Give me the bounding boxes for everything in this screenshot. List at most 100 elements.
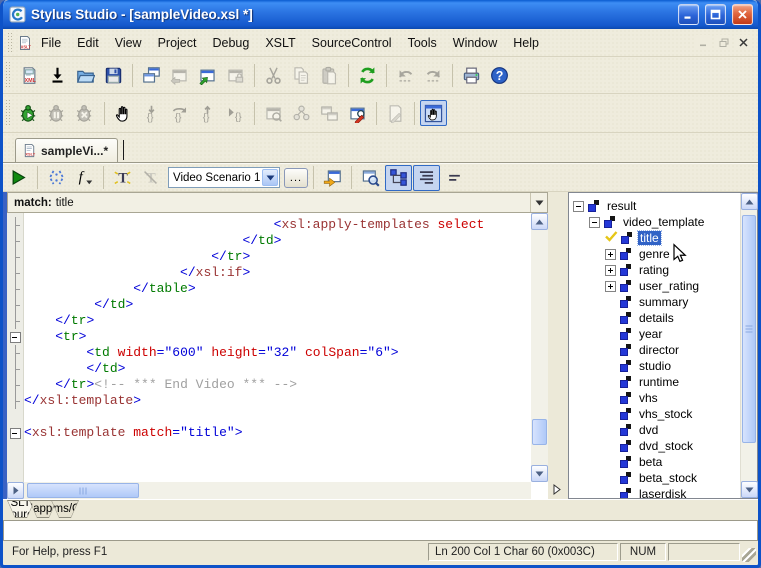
- whitespace-button[interactable]: [441, 165, 468, 191]
- tree-item-rating[interactable]: rating: [573, 262, 740, 278]
- pane-splitter[interactable]: [548, 192, 568, 499]
- tree-item-label[interactable]: rating: [637, 263, 671, 277]
- menu-item-window[interactable]: Window: [445, 34, 505, 52]
- tree-item-label[interactable]: dvd_stock: [637, 439, 695, 453]
- scenario-properties-button[interactable]: [319, 165, 346, 191]
- tree-item-label[interactable]: genre: [637, 247, 672, 261]
- print-button[interactable]: [458, 62, 485, 88]
- text-node-button[interactable]: T: [109, 165, 136, 191]
- tree-item-dvd_stock[interactable]: dvd_stock: [573, 438, 740, 454]
- collapse-icon[interactable]: [573, 201, 584, 212]
- code-text-area[interactable]: <xsl:apply-templates select </td> </tr> …: [24, 213, 531, 482]
- collapse-icon[interactable]: [589, 217, 600, 228]
- help-button[interactable]: ?: [486, 62, 513, 88]
- toolbar-grip[interactable]: [6, 62, 11, 87]
- preview-result-button[interactable]: [357, 165, 384, 191]
- expand-icon[interactable]: [605, 249, 616, 260]
- mdi-close-button[interactable]: [735, 35, 752, 50]
- menu-item-edit[interactable]: Edit: [69, 34, 107, 52]
- tree-item-label[interactable]: dvd: [637, 423, 660, 437]
- scroll-thumb[interactable]: [532, 419, 547, 445]
- maximize-button[interactable]: [705, 4, 726, 25]
- run-xslt-button[interactable]: [5, 165, 32, 191]
- menu-item-tools[interactable]: Tools: [400, 34, 445, 52]
- splitter-collapse-icon[interactable]: [553, 484, 561, 495]
- tree-item-label[interactable]: director: [637, 343, 681, 357]
- expand-icon[interactable]: [605, 265, 616, 276]
- scroll-down-button[interactable]: [531, 465, 548, 482]
- scenario-combobox[interactable]: Video Scenario 1: [168, 167, 280, 188]
- tree-item-result[interactable]: result: [573, 198, 740, 214]
- scroll-thumb[interactable]: [742, 215, 756, 443]
- menu-item-help[interactable]: Help: [505, 34, 547, 52]
- template-match-selector[interactable]: match: title: [7, 192, 548, 213]
- tree-item-video_template[interactable]: video_template: [573, 214, 740, 230]
- tree-item-label[interactable]: result: [605, 199, 638, 213]
- close-button[interactable]: [732, 4, 753, 25]
- expand-icon[interactable]: [605, 281, 616, 292]
- refresh-button[interactable]: [354, 62, 381, 88]
- tree-item-details[interactable]: details: [573, 310, 740, 326]
- mapper-links-button[interactable]: [43, 165, 70, 191]
- break-button[interactable]: [110, 100, 137, 126]
- menu-item-view[interactable]: View: [107, 34, 150, 52]
- tree-vertical-scrollbar[interactable]: [740, 193, 757, 498]
- menu-item-project[interactable]: Project: [150, 34, 205, 52]
- tree-item-title[interactable]: title: [573, 230, 740, 246]
- tree-item-label[interactable]: runtime: [637, 375, 681, 389]
- fold-collapse-box[interactable]: [7, 425, 24, 441]
- open-url-button[interactable]: [44, 62, 71, 88]
- menu-item-xslt[interactable]: XSLT: [257, 34, 303, 52]
- save-button[interactable]: [100, 62, 127, 88]
- tree-item-vhs[interactable]: vhs: [573, 390, 740, 406]
- tree-item-laserdisk[interactable]: laserdisk: [573, 486, 740, 498]
- open-file-button[interactable]: [72, 62, 99, 88]
- scroll-down-button[interactable]: [741, 481, 758, 498]
- tree-item-genre[interactable]: genre: [573, 246, 740, 262]
- tree-item-user_rating[interactable]: user_rating: [573, 278, 740, 294]
- hand-tool-button[interactable]: [420, 100, 447, 126]
- menu-item-sourcecontrol[interactable]: SourceControl: [304, 34, 400, 52]
- scroll-up-button[interactable]: [741, 193, 758, 210]
- align-result-button[interactable]: [413, 165, 440, 191]
- function-menu-button[interactable]: f: [71, 165, 98, 191]
- scroll-thumb[interactable]: [27, 483, 139, 498]
- tree-item-dvd[interactable]: dvd: [573, 422, 740, 438]
- tree-item-summary[interactable]: summary: [573, 294, 740, 310]
- menu-item-debug[interactable]: Debug: [204, 34, 257, 52]
- fold-collapse-box[interactable]: [7, 329, 24, 345]
- menu-item-file[interactable]: File: [33, 34, 69, 52]
- tree-item-beta[interactable]: beta: [573, 454, 740, 470]
- tree-item-label[interactable]: title: [638, 231, 661, 245]
- document-tab[interactable]: XSLT sampleVi...*: [15, 138, 118, 162]
- tree-item-beta_stock[interactable]: beta_stock: [573, 470, 740, 486]
- resize-grip[interactable]: [742, 548, 756, 562]
- xslt-profiler-button[interactable]: [344, 100, 371, 126]
- new-xml-document-button[interactable]: XML: [16, 62, 43, 88]
- minimize-button[interactable]: [678, 4, 699, 25]
- tree-item-label[interactable]: summary: [637, 295, 690, 309]
- code-folding-margin[interactable]: [7, 213, 24, 482]
- tree-item-director[interactable]: director: [573, 342, 740, 358]
- open-in-window-button[interactable]: [194, 62, 221, 88]
- scroll-up-button[interactable]: [531, 213, 548, 230]
- tree-item-vhs_stock[interactable]: vhs_stock: [573, 406, 740, 422]
- tree-item-label[interactable]: details: [637, 311, 676, 325]
- scenario-dropdown-button[interactable]: [262, 169, 278, 186]
- tree-item-year[interactable]: year: [573, 326, 740, 342]
- scroll-right-button[interactable]: [7, 482, 24, 499]
- cascade-windows-button[interactable]: [138, 62, 165, 88]
- tree-item-label[interactable]: beta_stock: [637, 471, 699, 485]
- tree-item-studio[interactable]: studio: [573, 358, 740, 374]
- match-dropdown-button[interactable]: [530, 193, 547, 212]
- menubar-grip[interactable]: [8, 33, 13, 52]
- tree-item-label[interactable]: video_template: [621, 215, 706, 229]
- show-schema-button[interactable]: [385, 165, 412, 191]
- tree-item-runtime[interactable]: runtime: [573, 374, 740, 390]
- tree-item-label[interactable]: studio: [637, 359, 673, 373]
- tree-item-label[interactable]: year: [637, 327, 664, 341]
- editor-horizontal-scrollbar[interactable]: [7, 482, 531, 499]
- tree-item-label[interactable]: beta: [637, 455, 664, 469]
- tab-params-other[interactable]: Params/Other: [51, 500, 79, 518]
- tree-item-label[interactable]: vhs: [637, 391, 660, 405]
